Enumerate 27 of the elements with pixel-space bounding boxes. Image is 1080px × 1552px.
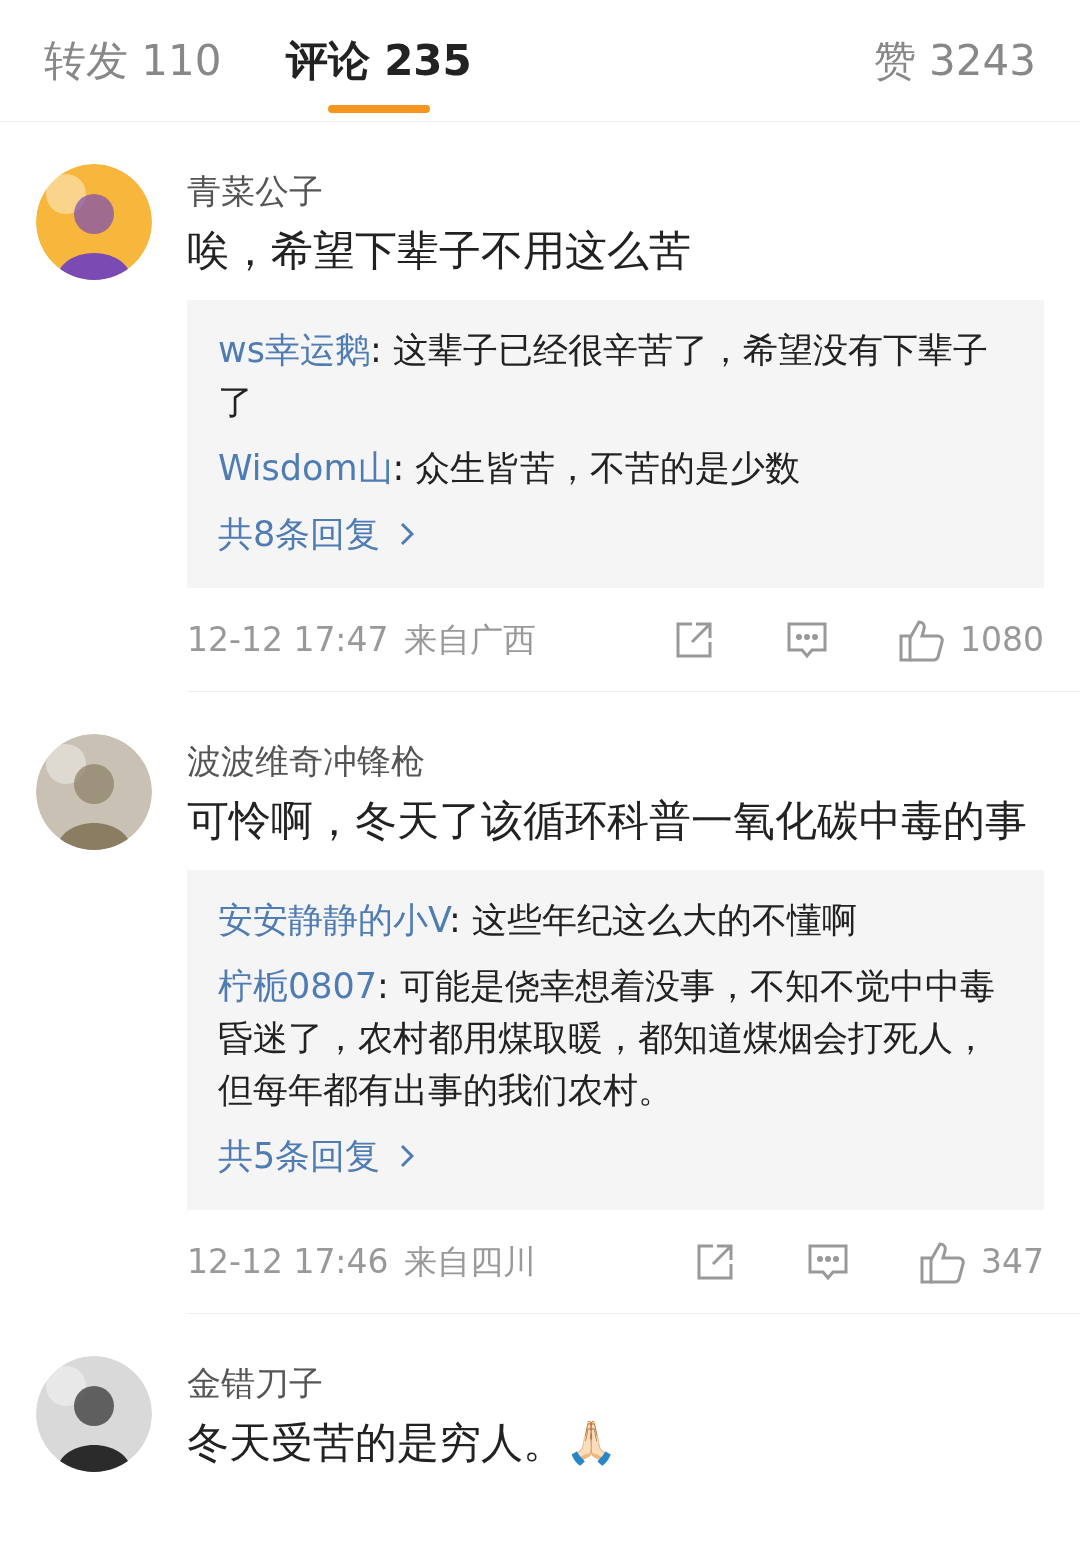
chevron-right-icon [400, 1144, 415, 1168]
like-count: 1080 [960, 618, 1044, 661]
username[interactable]: 金错刀子 [187, 1358, 1044, 1408]
reply-author-link[interactable]: 安安静静的小V [218, 900, 450, 940]
comment-text: 冬天受苦的是穷人。🙏🏻 [187, 1417, 618, 1469]
reply-text: ws幸运鹅: 这辈子已经很辛苦了，希望没有下辈子了 [218, 329, 989, 424]
reply-author-link[interactable]: Wisdom山 [218, 448, 393, 488]
location: 来自四川 [404, 1240, 537, 1283]
username[interactable]: 青菜公子 [187, 166, 1044, 216]
tab[interactable]: 赞 3243 [873, 29, 1036, 92]
chevron-right-icon [400, 522, 415, 546]
timestamp: 12-12 17:47 [187, 618, 389, 661]
timestamp: 12-12 17:46 [187, 1240, 389, 1283]
more-replies-link[interactable]: 共5条回复 [218, 1130, 415, 1182]
comment-text: 唉，希望下辈子不用这么苦 [187, 225, 692, 277]
more-replies-link[interactable]: 共8条回复 [218, 508, 415, 560]
tab[interactable]: 转发 110 [44, 29, 222, 92]
tab[interactable]: 评论 235 [285, 29, 472, 92]
username[interactable]: 波波维奇冲锋枪 [187, 736, 1044, 786]
location: 来自广西 [404, 618, 537, 661]
reply-text: Wisdom山: 众生皆苦，不苦的是少数 [218, 447, 802, 490]
reply-text: 安安静静的小V: 这些年纪这么大的不懂啊 [218, 899, 858, 942]
reply-author-link[interactable]: 柠栀0807 [218, 966, 378, 1006]
reply-text: 柠栀0807: 可能是侥幸想着没事，不知不觉中中毒昏迷了，农村都用煤取暖，都知道煤烟会打死人，但每年都有出事的我们农村。 [218, 965, 996, 1112]
reply-author-link[interactable]: ws幸运鹅 [218, 330, 370, 370]
like-count: 347 [981, 1240, 1044, 1283]
comment-text: 可怜啊，冬天了该循环科普一氧化碳中毒的事 [187, 795, 1028, 847]
